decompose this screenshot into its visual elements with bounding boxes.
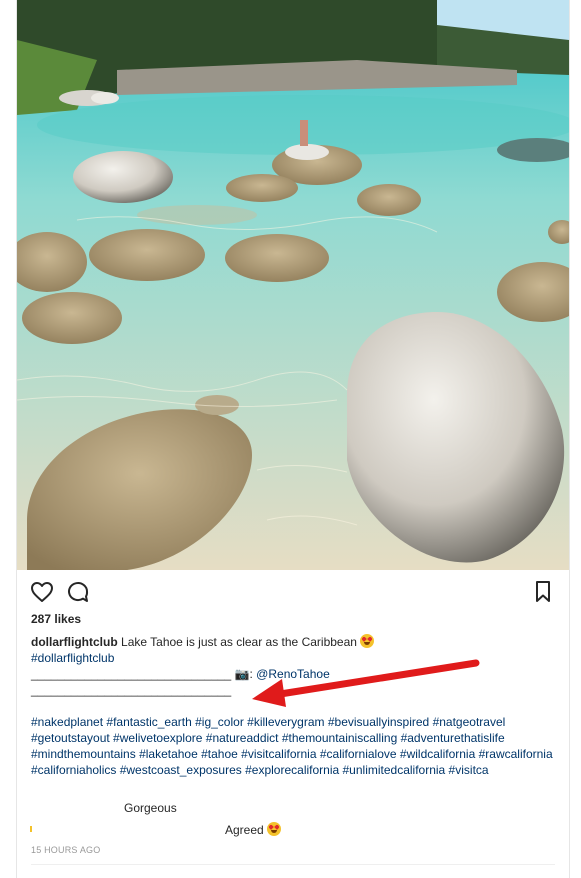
bookmark-icon[interactable] xyxy=(533,580,553,609)
post-timestamp[interactable]: 15 HOURS AGO xyxy=(31,845,100,855)
caption-text: Lake Tahoe is just as clear as the Carib… xyxy=(121,635,357,649)
heart-eyes-emoji xyxy=(267,822,282,836)
post-photo[interactable] xyxy=(17,0,569,570)
divider xyxy=(31,864,555,865)
comment-item: Gorgeous xyxy=(124,800,177,816)
speech-bubble-icon[interactable] xyxy=(66,580,90,609)
comment-text: Agreed xyxy=(225,823,264,837)
red-arrow-annotation xyxy=(252,659,480,707)
hashtag-list[interactable]: #nakedplanet #fantastic_earth #ig_color … xyxy=(31,714,556,778)
caption-username[interactable]: dollarflightclub xyxy=(31,635,118,649)
heart-eyes-emoji xyxy=(360,634,375,648)
separator-line: ______________________________ xyxy=(31,667,232,681)
action-bar xyxy=(30,580,555,606)
heart-icon[interactable] xyxy=(30,580,54,609)
like-count[interactable]: 287 likes xyxy=(31,612,81,626)
comment-item: Agreed xyxy=(225,822,282,838)
caption-first-line: dollarflightclub Lake Tahoe is just as c… xyxy=(31,634,556,650)
comment-text: Gorgeous xyxy=(124,801,177,815)
comment-marker xyxy=(30,826,32,832)
lake-tahoe-photo xyxy=(17,0,569,570)
